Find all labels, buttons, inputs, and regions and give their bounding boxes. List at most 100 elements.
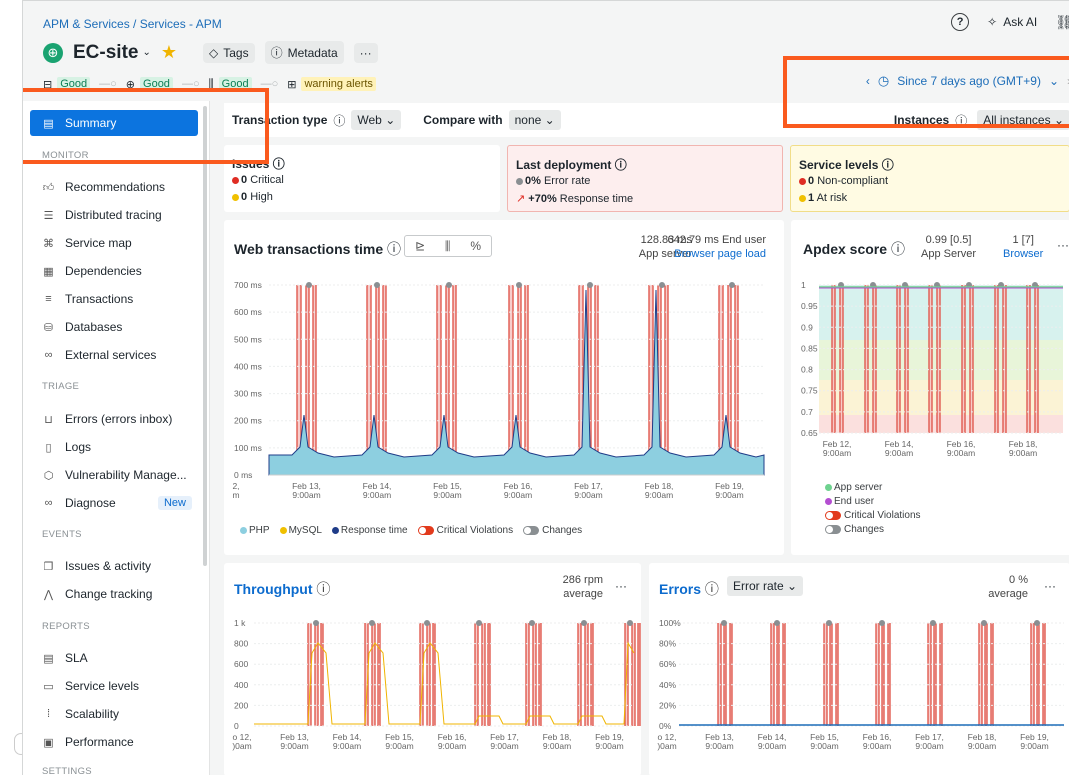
sidebar-item-distributed-tracing[interactable]: ☰ Distributed tracing (30, 202, 198, 228)
x-tick-label: 9:00am (333, 741, 361, 751)
apdex-chart[interactable]: 10.950.90.850.80.750.70.65Feb 12,9:00amF… (791, 275, 1069, 475)
y-tick-label: 300 ms (234, 389, 262, 399)
x-tick-label: 9:00am (433, 490, 461, 500)
errors-card: Errors ⓘ Error rate ⌄ 0 % average ··· 100… (649, 563, 1069, 775)
deployment-card[interactable]: Last deployment ⓘ 0% Error rate ↗ +70% R… (507, 145, 783, 212)
change-marker (516, 282, 522, 288)
web-transactions-chart[interactable]: 700 ms 600 ms 500 ms 400 ms 300 ms 200 ms 100 … (224, 275, 784, 545)
chevron-down-icon[interactable]: ⌄ (142, 47, 150, 58)
sidebar-item-sla[interactable]: ▤ SLA (30, 645, 198, 671)
sidebar-item-performance[interactable]: ▣ Performance (30, 729, 198, 755)
throughput-chart[interactable]: 1 k8006004002000o 12,)0amFeb 13,9:00amFe… (224, 613, 641, 773)
more-icon[interactable]: ··· (615, 579, 627, 593)
changes-toggle[interactable]: Changes (825, 524, 884, 535)
error-rate-dropdown[interactable]: Error rate ⌄ (727, 576, 804, 596)
y-tick-label: 80% (659, 639, 676, 649)
sidebar-item-service-map[interactable]: ⌘ Service map (30, 230, 198, 256)
logs-icon: ▯ (45, 441, 52, 454)
help-circle-icon[interactable]: ⓘ (615, 158, 627, 172)
trend-up-icon: ↗ (516, 193, 526, 205)
web-transactions-title[interactable]: Web transactions time ⓘ (234, 239, 401, 259)
help-circle-icon[interactable]: ⓘ (387, 241, 401, 257)
external-icon: ∞ (44, 349, 53, 361)
y-tick-label: 40% (659, 680, 676, 690)
sidebar-item-service-levels[interactable]: ▭ Service levels (30, 673, 198, 699)
y-tick-label: 60% (659, 659, 676, 669)
help-circle-icon[interactable]: ⓘ (705, 581, 719, 597)
alerts-badge[interactable]: warning alerts (301, 77, 376, 91)
errors-title[interactable]: Errors ⓘ (659, 579, 719, 599)
star-icon[interactable]: ★ (161, 42, 177, 63)
changes-toggle[interactable]: Changes (523, 525, 582, 536)
more-button[interactable]: ··· (353, 42, 378, 63)
sidebar-item-scalability[interactable]: ⁞ Scalability (30, 701, 198, 727)
change-marker (729, 282, 735, 288)
help-circle-icon[interactable]: ⓘ (273, 157, 285, 171)
help-circle-icon[interactable]: ⓘ (882, 158, 894, 172)
more-icon[interactable]: ··· (1057, 238, 1069, 252)
change-marker (981, 620, 987, 626)
change-marker (476, 620, 482, 626)
shield-icon: ⬡ (43, 469, 54, 482)
y-tick-label: 1 k (234, 618, 246, 628)
throughput-title[interactable]: Throughput ⓘ (234, 579, 330, 599)
highlight-box-timepicker (783, 56, 1069, 128)
sidebar-item-errors[interactable]: ⊔ Errors (errors inbox) (30, 406, 198, 432)
area-chart-icon[interactable]: ⊵ (415, 239, 425, 253)
sidebar-item-diagnose[interactable]: ∞ Diagnose New (30, 490, 198, 516)
sidebar-item-recommendations[interactable]: 👍︎ Recommendations (30, 174, 198, 200)
y-tick-label: 0.75 (801, 386, 818, 396)
y-tick-label: 0 ms (234, 470, 252, 480)
entity-name[interactable]: EC-site (73, 42, 138, 64)
y-tick-label: 0% (659, 721, 672, 731)
breadcrumb[interactable]: APM & Services / Services - APM (43, 17, 222, 31)
errors-chart[interactable]: 100%80%60%40%20%0%o 12,)0amFeb 13,9:00am… (649, 613, 1069, 773)
x-tick-label: 9:00am (280, 741, 308, 751)
change-marker (529, 620, 535, 626)
y-tick-label: 0.95 (801, 301, 818, 311)
sidebar-item-logs[interactable]: ▯ Logs (30, 434, 198, 460)
link-icon[interactable]: ⛓ (1055, 14, 1069, 31)
sidebar-item-transactions[interactable]: ≡ Transactions (30, 286, 198, 312)
sidebar-item-dependencies[interactable]: ▦ Dependencies (30, 258, 198, 284)
sidebar-item-external-services[interactable]: ∞ External services (30, 342, 198, 368)
x-tick-label: 9:00am (863, 741, 891, 751)
tags-button[interactable]: ◇ Tags (203, 42, 255, 63)
sidebar-item-change-tracking[interactable]: ⋀ Change tracking (30, 581, 198, 607)
y-tick-label: 0.7 (801, 407, 813, 417)
sidebar-item-databases[interactable]: ⛁ Databases (30, 314, 198, 340)
x-tick-label: 9:00am (885, 448, 913, 458)
compare-dropdown[interactable]: none ⌄ (508, 110, 561, 130)
x-tick-label: 9:00am (363, 490, 391, 500)
y-tick-label: 0.8 (801, 365, 813, 375)
ask-ai-button[interactable]: ✧ Ask AI (979, 11, 1045, 33)
database-icon: ⛁ (43, 321, 54, 334)
percent-icon[interactable]: % (470, 239, 481, 253)
sidebar-item-issues-activity[interactable]: ❐ Issues & activity (30, 553, 198, 579)
x-tick-label: )0am (232, 741, 251, 751)
more-icon[interactable]: ··· (1044, 579, 1056, 593)
metadata-button[interactable]: ⓘ Metadata (264, 41, 344, 64)
apdex-title[interactable]: Apdex score ⓘ (803, 239, 905, 259)
grid-icon: ⊞ (287, 78, 297, 91)
help-circle-icon[interactable]: ⓘ (316, 581, 330, 597)
help-circle-icon[interactable]: ⓘ (891, 241, 905, 257)
violations-toggle[interactable]: Critical Violations (417, 525, 513, 536)
section-triage: TRIAGE (42, 381, 80, 392)
help-circle-icon[interactable]: ? (951, 13, 970, 31)
sidebar-item-vulnerability[interactable]: ⬡ Vulnerability Manage... (30, 462, 198, 488)
change-marker (587, 282, 593, 288)
info-icon[interactable]: ⓘ (333, 112, 345, 129)
x-tick-label: 9:00am (705, 741, 733, 751)
map-icon: ⌘ (43, 237, 54, 250)
y-tick-label: 500 ms (234, 334, 262, 344)
x-tick-label: )0am (657, 741, 676, 751)
violations-toggle[interactable]: Critical Violations (825, 510, 921, 521)
tag-icon: ◇ (209, 45, 219, 60)
service-levels-card[interactable]: Service levels ⓘ 0 Non-compliant 1 At ri… (790, 145, 1069, 212)
sidebar-scrollbar[interactable] (203, 106, 207, 566)
x-tick-label: 9:00am (823, 448, 851, 458)
bar-chart-icon[interactable]: ⫼ (445, 239, 451, 254)
chart-type-toggle[interactable]: ⊵ ⫼% (404, 235, 492, 257)
transaction-type-dropdown[interactable]: Web ⌄ (351, 110, 402, 130)
